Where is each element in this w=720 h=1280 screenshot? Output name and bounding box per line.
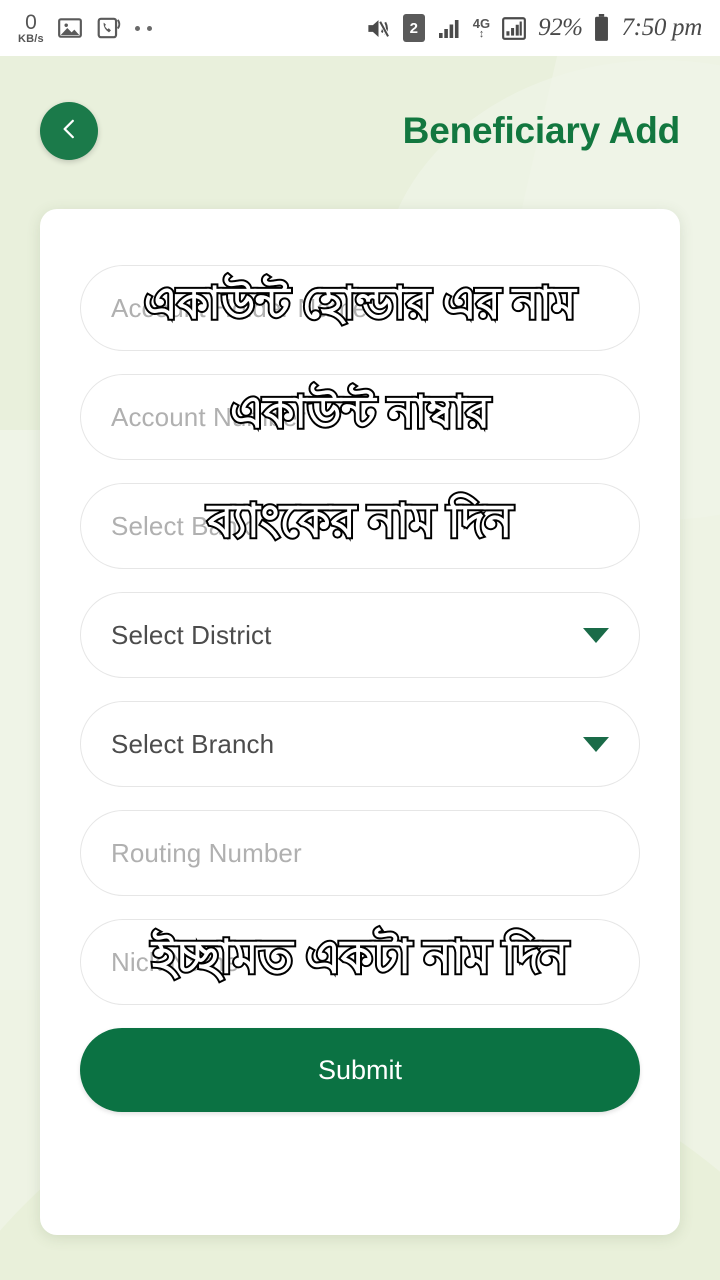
image-icon [57,15,83,41]
select-bank-placeholder: Select Bank [111,510,251,541]
chevron-left-icon [56,116,82,147]
status-bar-left: 0 KB/s [18,12,152,45]
back-button[interactable] [40,102,98,160]
select-bank-dropdown[interactable]: Select Bank ব্যাংকের নাম দিন [80,483,640,569]
app-header: Beneficiary Add [0,56,720,206]
sim-slot-badge: 2 [402,14,425,42]
signal-bars-boxed-icon [501,15,527,41]
network-type-indicator: 4G ↕ [473,17,490,40]
nick-name-field[interactable]: Nick Name ইচ্ছামত একটা নাম দিন [80,919,640,1005]
call-icon [96,15,122,41]
account-number-field[interactable]: Account Number একাউন্ট নাম্বার [80,374,640,460]
volume-mute-icon [365,15,392,42]
network-speed-indicator: 0 KB/s [18,12,44,45]
routing-number-placeholder: Routing Number [111,837,302,868]
battery-percent-label: 92% [538,14,583,41]
network-arrows-icon: ↕ [478,27,485,40]
routing-number-field[interactable]: Routing Number [80,810,640,896]
network-speed-unit: KB/s [18,32,44,45]
account-holder-name-placeholder: Account Holder Name [111,292,368,323]
select-branch-dropdown[interactable]: Select Branch [80,701,640,787]
clock-label: 7:50 pm [621,14,702,41]
overflow-dots-icon [134,25,152,31]
status-bar-right: 2 4G ↕ 92% 7:50 pm [365,14,702,42]
chevron-down-icon[interactable] [583,736,609,752]
select-district-dropdown[interactable]: Select District [80,592,640,678]
account-holder-name-field[interactable]: Account Holder Name একাউন্ট হোল্ডার এর ন… [80,265,640,351]
beneficiary-form-card: Account Holder Name একাউন্ট হোল্ডার এর ন… [40,209,680,1235]
chevron-down-icon[interactable] [583,627,609,643]
select-district-value: Select District [111,619,272,650]
signal-bars-icon [436,16,462,40]
select-branch-value: Select Branch [111,728,275,759]
battery-icon [593,14,610,42]
nick-name-placeholder: Nick Name [111,946,240,977]
network-speed-value: 0 [25,10,37,34]
status-bar: 0 KB/s 2 4G ↕ 92% 7:50 pm [0,0,720,56]
submit-button[interactable]: Submit [80,1028,640,1112]
account-number-placeholder: Account Number [111,401,307,432]
page-title: Beneficiary Add [402,110,681,151]
